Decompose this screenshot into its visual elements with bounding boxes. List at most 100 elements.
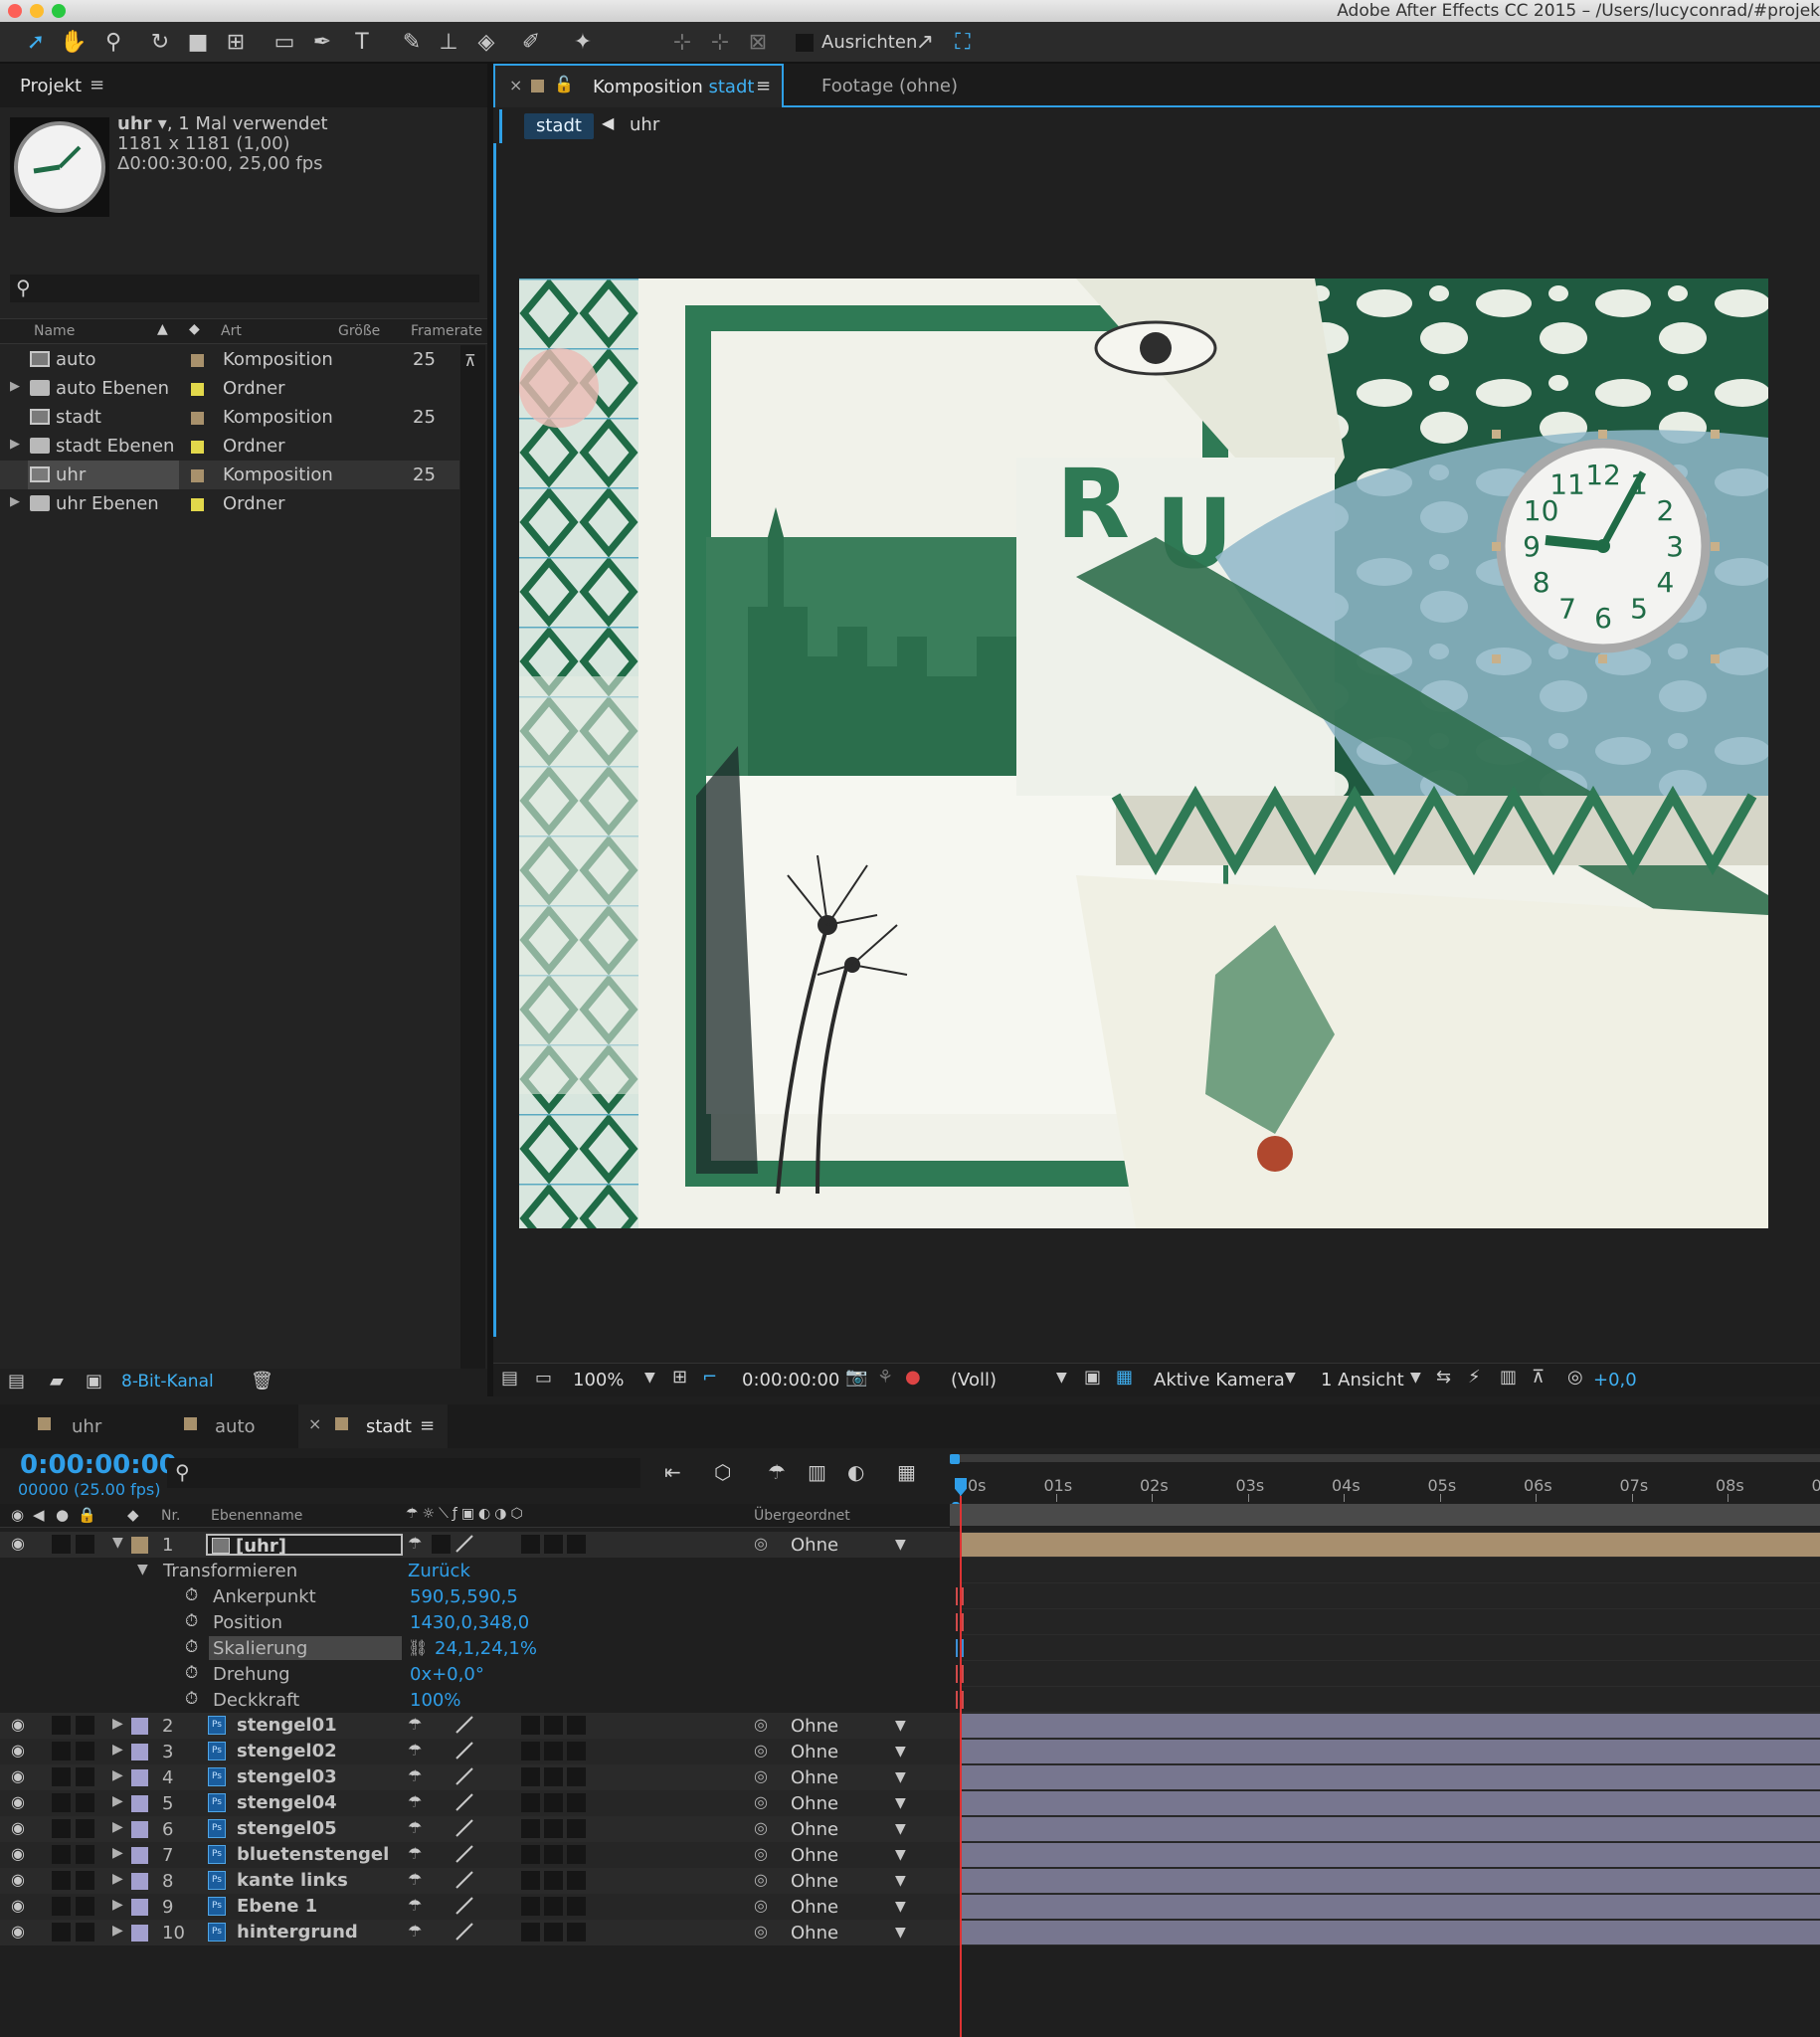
motion-blur-switch[interactable] [544,1923,563,1942]
snapshot-icon[interactable]: 📷 [845,1367,867,1388]
draft-3d-icon[interactable]: ⬡ [714,1460,731,1484]
eye-icon[interactable]: ◉ [11,1792,25,1811]
current-time-indicator-line[interactable] [960,1496,962,2037]
eye-icon[interactable]: ◉ [11,1844,25,1863]
shy-switch-icon[interactable]: ☂ [408,1715,422,1734]
expand-triangle-icon[interactable]: ▶ [112,1923,123,1939]
label-swatch[interactable] [191,412,204,425]
chevron-down-icon[interactable]: ▼ [1410,1370,1421,1386]
fx-switch[interactable] [521,1716,540,1735]
timeline-timecode[interactable]: 0:00:00:00 [20,1450,177,1480]
transform-property-row[interactable]: ⏱ Drehung 0x+0,0° [0,1661,950,1687]
view-axis-icon[interactable]: ⊠ [744,30,772,56]
parent-pickwhip-icon[interactable]: ◎ [754,1896,768,1915]
pen-tool-icon[interactable]: ✒ [308,30,336,56]
collapse-triangle-icon[interactable]: ▼ [112,1535,123,1551]
layer-name[interactable]: stengel05 [237,1818,337,1839]
graph-editor-icon[interactable]: ▦ [897,1460,916,1484]
lock-toggle[interactable] [76,1871,94,1890]
quality-switch-icon[interactable] [453,1790,476,1814]
parent-select[interactable]: Ohne [791,1923,838,1944]
lock-toggle[interactable] [76,1819,94,1838]
fx-switch[interactable] [521,1742,540,1760]
toggle-pixel-aspect-icon[interactable]: ⇆ [1436,1367,1451,1388]
composition-tab[interactable]: × 🔓 Komposition stadt ≡ [493,64,784,107]
chevron-down-icon[interactable]: ▼ [895,1718,906,1734]
solo-toggle[interactable] [52,1897,71,1916]
layer-name[interactable]: bluetenstengel [237,1844,389,1865]
shy-switch-icon[interactable]: ☂ [408,1844,422,1863]
quality-switch-icon[interactable] [453,1532,476,1556]
label-swatch[interactable] [191,498,204,511]
solo-toggle[interactable] [52,1819,71,1838]
parent-pickwhip-icon[interactable]: ◎ [754,1818,768,1837]
layer-name[interactable]: stengel03 [237,1766,337,1787]
shy-switch-icon[interactable]: ☂ [408,1534,422,1553]
parent-select[interactable]: Ohne [791,1897,838,1918]
new-composition-icon[interactable]: ▣ [86,1371,102,1391]
chevron-down-icon[interactable]: ▼ [644,1370,655,1386]
composition-mini-flowchart-icon[interactable]: ⇤ [664,1460,681,1484]
expand-triangle-icon[interactable]: ▶ [112,1819,123,1835]
collapse-triangle-icon[interactable]: ▼ [137,1562,148,1577]
motion-blur-switch[interactable] [544,1716,563,1735]
layer-label-swatch[interactable] [131,1744,148,1760]
layer-name[interactable]: Ebene 1 [237,1896,317,1917]
expand-triangle-icon[interactable]: ▶ [10,494,20,509]
lock-toggle[interactable] [76,1767,94,1786]
chevron-down-icon[interactable]: ▼ [895,1537,906,1553]
project-item-row[interactable]: stadt Komposition 25 [0,403,459,432]
layer-row-uhr[interactable]: ◉ ▼ 1 [uhr] ☂ ◎ Ohne ▼ [0,1532,1820,1558]
eye-icon[interactable]: ◉ [11,1766,25,1785]
stopwatch-icon[interactable]: ⏱ [185,1585,198,1605]
zoom-window-button[interactable] [52,4,66,18]
layer-row[interactable]: ◉ ▶ 10 Ps hintergrund ☂ ◎ Ohne ▼ [0,1920,1820,1945]
expand-triangle-icon[interactable]: ▶ [112,1897,123,1913]
3d-switch[interactable] [567,1716,586,1735]
always-preview-icon[interactable]: ▤ [501,1368,518,1389]
zoom-tool-icon[interactable]: ⚲ [99,30,127,56]
label-tag-icon[interactable]: ◆ [189,321,200,337]
parent-select[interactable]: Ohne [791,1716,838,1737]
property-value[interactable]: 100% [410,1690,460,1711]
property-value[interactable]: 24,1,24,1% [435,1638,537,1659]
label-tag-icon[interactable]: ◆ [127,1506,139,1524]
solo-toggle[interactable] [52,1845,71,1864]
solo-toggle[interactable] [52,1742,71,1760]
parent-select[interactable]: Ohne [791,1742,838,1762]
selection-tool-icon[interactable]: ➚ [22,30,50,56]
lock-toggle[interactable] [76,1923,94,1942]
layer-switches-icon[interactable]: ☂☼⟍ƒ▣◐◑⬡ [406,1506,527,1522]
viewer-timecode[interactable]: 0:00:00:00 [742,1370,839,1390]
expand-triangle-icon[interactable]: ▶ [112,1742,123,1758]
expand-triangle-icon[interactable]: ▶ [10,379,20,394]
transform-property-row[interactable]: ⏱ Skalierung ⛓ 24,1,24,1% [0,1635,950,1661]
layer-name-field[interactable]: [uhr] [206,1534,403,1557]
lock-switch-icon[interactable]: 🔒 [78,1506,96,1524]
col-nr[interactable]: Nr. [161,1508,180,1524]
layer-duration-bar[interactable] [960,1895,1820,1919]
video-switch-icon[interactable]: ◉ [11,1506,24,1524]
flowchart-icon[interactable]: ⊼ [1532,1367,1545,1388]
eye-icon[interactable]: ◉ [11,1870,25,1889]
close-window-button[interactable] [8,4,22,18]
motion-blur-switch[interactable] [544,1897,563,1916]
solo-toggle[interactable] [52,1535,71,1554]
layer-row[interactable]: ◉ ▶ 3 Ps stengel02 ☂ ◎ Ohne ▼ [0,1739,1820,1764]
3d-switch[interactable] [567,1871,586,1890]
layer-duration-bar[interactable] [960,1791,1820,1815]
layer-row[interactable]: ◉ ▶ 5 Ps stengel04 ☂ ◎ Ohne ▼ [0,1790,1820,1816]
solo-toggle[interactable] [52,1793,71,1812]
footage-tab[interactable]: Footage (ohne) [821,76,958,96]
brush-tool-icon[interactable]: ✎ [398,30,426,56]
collapse-switch[interactable] [432,1535,451,1554]
shy-switch-icon[interactable]: ☂ [408,1896,422,1915]
snap-icon[interactable]: ↗ [911,30,939,56]
lock-toggle[interactable] [76,1845,94,1864]
expand-triangle-icon[interactable]: ▶ [112,1793,123,1809]
fx-switch[interactable] [521,1923,540,1942]
chevron-down-icon[interactable]: ▼ [895,1873,906,1889]
col-parent[interactable]: Übergeordnet [754,1508,850,1524]
grid-icon[interactable]: ⊞ [672,1367,687,1388]
layer-label-swatch[interactable] [131,1873,148,1890]
